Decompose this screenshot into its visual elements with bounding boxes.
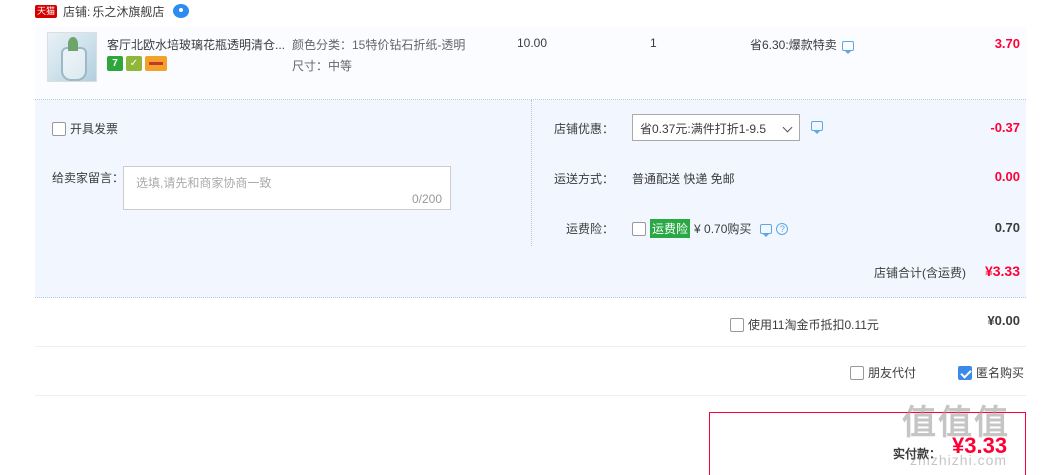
order-item-row: 客厅北欧水培玻璃花瓶透明清仓... 7 ✓ 颜色分类：15特价钻石折纸-透明 尺… <box>35 26 1026 100</box>
promo-comment-icon[interactable] <box>841 40 854 54</box>
unit-price: 10.00 <box>517 36 548 50</box>
invoice-label: 开具发票 <box>70 122 119 136</box>
coin-row: 使用11淘金币抵扣0.11元 ¥0.00 <box>35 299 1026 347</box>
tmall-logo: 天猫 <box>35 4 58 18</box>
message-char-count: 0/200 <box>411 192 442 206</box>
shipping-value: 0.00 <box>994 169 1020 184</box>
insurance-price: ¥ 0.70购买 <box>694 222 752 236</box>
discount-label: 店铺优惠： <box>553 122 614 136</box>
spec-size: 尺寸：中等 <box>292 59 353 73</box>
friend-pay-checkbox[interactable] <box>850 365 864 380</box>
invoice-checkbox[interactable] <box>52 121 66 136</box>
shop-total-label: 店铺合计(含运费) <box>874 266 966 280</box>
insurance-value: 0.70 <box>994 220 1020 235</box>
watermark: 值值值 <box>902 404 1010 442</box>
payment-options: 朋友代付 匿名购买 <box>35 348 1026 396</box>
order-options: 开具发票 给卖家留言： 选填,请先和商家协商一致 0/200 店铺优惠： 省0.… <box>35 100 1026 246</box>
invoice-option[interactable]: 开具发票 <box>52 120 118 137</box>
credit-card-icon[interactable] <box>145 56 167 71</box>
message-placeholder: 选填,请先和商家协商一致 <box>136 176 272 190</box>
shipping-method: 普通配送 快递 免邮 <box>632 172 735 186</box>
shop-header: 天猫 店铺: 乐之沐旗舰店 <box>35 2 190 20</box>
seller-message-input[interactable]: 选填,请先和商家协商一致 0/200 <box>123 166 451 210</box>
discount-selected: 省0.37元:满件打折1-9.5 <box>640 122 767 136</box>
coin-option[interactable]: 使用11淘金币抵扣0.11元 <box>730 316 879 333</box>
help-icon[interactable]: ? <box>776 222 789 235</box>
insurance-comment-icon[interactable] <box>760 223 773 237</box>
insurance-row: 运费险： 运费险 ¥ 0.70购买 ? 0.70 <box>531 203 1026 246</box>
discount-comment-icon[interactable] <box>811 121 823 134</box>
shop-prefix: 店铺: <box>63 4 91 19</box>
promotion-text: 省6.30:爆款特卖 <box>750 38 837 52</box>
coin-label: 使用11淘金币抵扣0.11元 <box>748 318 879 332</box>
coin-checkbox[interactable] <box>730 317 744 332</box>
insurance-option[interactable]: 运费险 ¥ 0.70购买 ? <box>632 219 789 238</box>
shop-total-value: ¥3.33 <box>984 263 1020 279</box>
seven-day-return-icon[interactable]: 7 <box>107 56 123 71</box>
message-label: 给卖家留言： <box>52 171 125 185</box>
discount-value: -0.37 <box>990 120 1020 135</box>
insurance-label: 运费险： <box>565 222 614 236</box>
coin-value: ¥0.00 <box>987 313 1020 328</box>
friend-pay-option[interactable]: 朋友代付 <box>850 364 916 381</box>
options-left-pane: 开具发票 给卖家留言： 选填,请先和商家协商一致 0/200 <box>35 100 530 226</box>
anonymous-option[interactable]: 匿名购买 <box>958 364 1024 381</box>
chevron-down-icon <box>782 122 793 133</box>
shipping-label: 运送方式： <box>553 172 614 186</box>
product-title[interactable]: 客厅北欧水培玻璃花瓶透明清仓... <box>107 36 287 53</box>
service-badges: 7 ✓ <box>107 56 167 71</box>
guarantee-icon[interactable]: ✓ <box>126 56 142 71</box>
wangwang-chat-icon[interactable] <box>173 4 190 18</box>
shop-total-row: 店铺合计(含运费) ¥3.33 <box>35 246 1026 298</box>
anonymous-label: 匿名购买 <box>976 366 1025 380</box>
watermark-url: zhizhizhi.com <box>910 452 1008 468</box>
promotion: 省6.30:爆款特卖 <box>750 36 854 54</box>
insurance-checkbox[interactable] <box>632 221 646 236</box>
spec-color: 颜色分类：15特价钻石折纸-透明 <box>292 38 466 52</box>
shop-name-link[interactable]: 乐之沐旗舰店 <box>92 3 164 20</box>
anonymous-checkbox[interactable] <box>958 365 972 380</box>
insurance-tag: 运费险 <box>650 219 691 238</box>
friend-pay-label: 朋友代付 <box>868 366 917 380</box>
item-subtotal: 3.70 <box>994 36 1020 51</box>
quantity: 1 <box>650 36 657 50</box>
product-thumbnail[interactable] <box>47 32 97 82</box>
shop-discount-select[interactable]: 省0.37元:满件打折1-9.5 <box>632 114 800 141</box>
